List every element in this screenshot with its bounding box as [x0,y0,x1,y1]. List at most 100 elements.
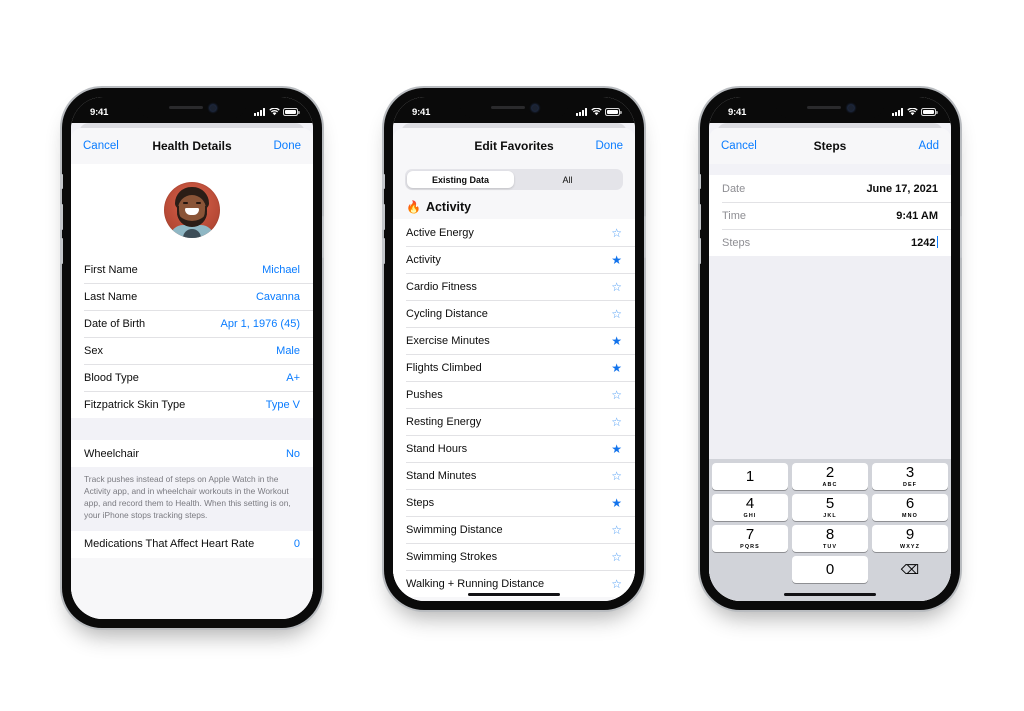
silent-switch[interactable] [382,174,385,189]
row-wheelchair[interactable]: Wheelchair No [71,440,313,467]
key-1[interactable]: 1 [712,463,788,490]
volume-up-button[interactable] [698,204,701,230]
row-value: Male [276,344,300,357]
key-3[interactable]: 3 DEF [872,463,948,490]
list-item[interactable]: Cardio Fitness ☆ [393,273,635,300]
key-5[interactable]: 5 JKL [792,494,868,521]
star-outline-icon[interactable]: ☆ [611,470,622,482]
volume-up-button[interactable] [382,204,385,230]
battery-full-icon [605,108,622,116]
home-indicator[interactable] [468,592,560,596]
row-sex[interactable]: Sex Male [71,337,313,364]
list-item[interactable]: Stand Hours ★ [393,435,635,462]
top-gap [709,164,951,175]
volume-up-button[interactable] [60,204,63,230]
row-last-name[interactable]: Last Name Cavanna [71,283,313,310]
key-7[interactable]: 7 PQRS [712,525,788,552]
volume-down-button[interactable] [382,238,385,264]
cancel-button[interactable]: Cancel [721,140,757,152]
row-label: Fitzpatrick Skin Type [84,398,186,411]
row-date-of-birth[interactable]: Date of Birth Apr 1, 1976 (45) [71,310,313,337]
favorites-list: Active Energy ☆ Activity ★ Cardio Fitness ☆ Cy… [393,219,635,597]
row-value: Michael [262,263,300,276]
list-item-label: Walking + Running Distance [406,577,545,590]
cancel-button[interactable]: Cancel [83,140,119,152]
field-value-input[interactable]: 1242 [911,236,938,249]
front-camera [847,104,854,111]
star-filled-icon[interactable]: ★ [611,443,622,455]
list-item[interactable]: Exercise Minutes ★ [393,327,635,354]
row-date[interactable]: Date June 17, 2021 [709,175,951,202]
wifi-icon [906,108,918,116]
power-button[interactable] [321,216,324,258]
star-outline-icon[interactable]: ☆ [611,578,622,590]
row-fitzpatrick-skin-type[interactable]: Fitzpatrick Skin Type Type V [71,391,313,418]
list-item[interactable]: Stand Minutes ☆ [393,462,635,489]
add-button[interactable]: Add [919,140,939,152]
star-outline-icon[interactable]: ☆ [611,281,622,293]
key-0[interactable]: 0 [792,556,868,583]
avatar[interactable] [164,182,220,238]
star-outline-icon[interactable]: ☆ [611,308,622,320]
key-8[interactable]: 8 TUV [792,525,868,552]
key-4[interactable]: 4 GHI [712,494,788,521]
segment-all[interactable]: All [514,171,621,188]
row-first-name[interactable]: First Name Michael [71,256,313,283]
key-letters: ABC [822,481,838,488]
star-filled-icon[interactable]: ★ [611,497,622,509]
key-9[interactable]: 9 WXYZ [872,525,948,552]
volume-down-button[interactable] [698,238,701,264]
key-number: 9 [905,526,915,544]
star-filled-icon[interactable]: ★ [611,335,622,347]
field-value-text: 1242 [911,237,936,249]
list-item[interactable]: Active Energy ☆ [393,219,635,246]
delete-backward-icon[interactable]: ⌫ [872,556,948,583]
list-item[interactable]: Flights Climbed ★ [393,354,635,381]
volume-down-button[interactable] [60,238,63,264]
add-steps-sheet: Cancel Steps Add Date June 17, 2021 Time 9:… [709,128,951,601]
list-item-label: Cardio Fitness [406,280,477,293]
row-steps[interactable]: Steps 1242 [709,229,951,256]
status-time: 9:41 [90,106,109,118]
list-item[interactable]: Resting Energy ☆ [393,408,635,435]
health-details-list: First Name Michael Last Name Cavanna Date of… [71,256,313,418]
list-item-label: Swimming Strokes [406,550,498,563]
earpiece-speaker [490,106,525,109]
field-value: June 17, 2021 [866,183,938,195]
star-filled-icon[interactable]: ★ [611,254,622,266]
star-outline-icon[interactable]: ☆ [611,551,622,563]
home-indicator[interactable] [784,592,876,596]
star-outline-icon[interactable]: ☆ [611,227,622,239]
list-item[interactable]: Steps ★ [393,489,635,516]
power-button[interactable] [959,216,962,258]
star-outline-icon[interactable]: ☆ [611,416,622,428]
list-item[interactable]: Pushes ☆ [393,381,635,408]
list-item-label: Flights Climbed [406,361,482,374]
segmented-control[interactable]: Existing Data All [405,169,623,190]
key-number: 1 [745,468,755,485]
silent-switch[interactable] [698,174,701,189]
key-6[interactable]: 6 MNO [872,494,948,521]
list-item[interactable]: Swimming Distance ☆ [393,516,635,543]
list-item[interactable]: Cycling Distance ☆ [393,300,635,327]
segment-existing-data[interactable]: Existing Data [407,171,514,188]
done-button[interactable]: Done [596,140,624,152]
text-cursor [936,236,938,248]
list-item[interactable]: Activity ★ [393,246,635,273]
power-button[interactable] [643,216,646,258]
phone-mockup-health-details: 9:41 Cancel Health Details Done First Na… [60,88,324,628]
list-item-label: Stand Minutes [406,469,477,482]
silent-switch[interactable] [60,174,63,189]
status-time: 9:41 [412,106,431,118]
star-outline-icon[interactable]: ☆ [611,524,622,536]
star-outline-icon[interactable]: ☆ [611,389,622,401]
list-item-label: Activity [406,253,441,266]
star-filled-icon[interactable]: ★ [611,362,622,374]
row-time[interactable]: Time 9:41 AM [709,202,951,229]
row-medications[interactable]: Medications That Affect Heart Rate 0 [71,530,313,558]
list-item[interactable]: Swimming Strokes ☆ [393,543,635,570]
row-blood-type[interactable]: Blood Type A+ [71,364,313,391]
key-2[interactable]: 2 ABC [792,463,868,490]
phone1-screen: 9:41 Cancel Health Details Done First Na… [71,97,313,619]
done-button[interactable]: Done [274,140,302,152]
